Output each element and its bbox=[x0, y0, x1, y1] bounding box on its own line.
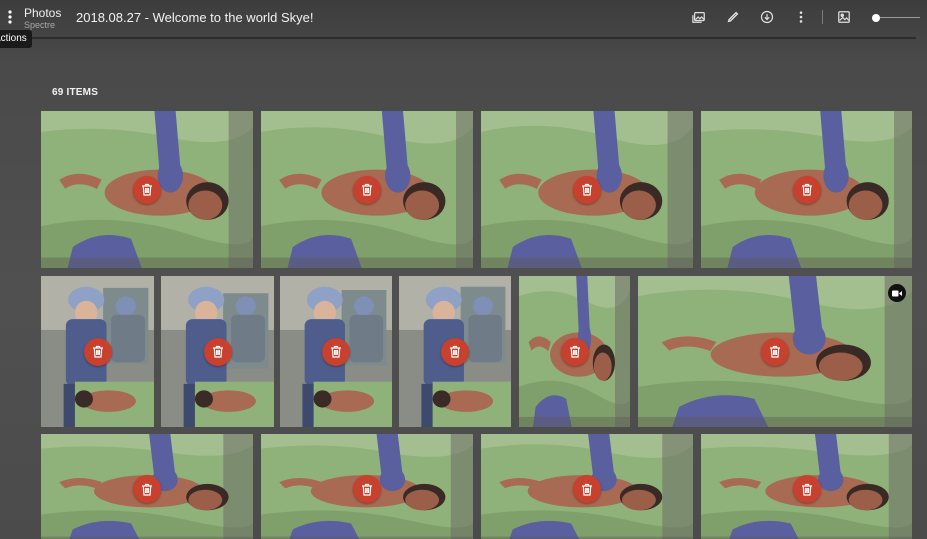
photo-thumbnail[interactable] bbox=[41, 434, 253, 539]
trash-icon bbox=[331, 345, 341, 358]
pencil-icon[interactable] bbox=[724, 8, 742, 26]
zoom-slider-track bbox=[876, 17, 920, 18]
delete-button[interactable] bbox=[573, 475, 601, 503]
actions-menu-button[interactable] bbox=[0, 6, 20, 28]
image-icon[interactable] bbox=[835, 8, 853, 26]
zoom-slider-handle[interactable] bbox=[872, 14, 880, 22]
toolbar-separator bbox=[822, 10, 823, 24]
zoom-slider[interactable] bbox=[872, 13, 920, 23]
photo-thumbnail[interactable] bbox=[481, 111, 693, 268]
trash-icon bbox=[92, 345, 103, 358]
photo-thumbnail[interactable] bbox=[280, 276, 392, 427]
trash-icon bbox=[801, 483, 812, 496]
trash-icon bbox=[582, 183, 592, 196]
trash-icon bbox=[142, 183, 152, 196]
header-divider bbox=[20, 37, 916, 39]
photo-thumbnail[interactable] bbox=[519, 276, 630, 427]
trash-icon bbox=[450, 345, 460, 358]
delete-button[interactable] bbox=[353, 175, 381, 204]
tooltip-text: Actions bbox=[0, 33, 27, 44]
delete-button[interactable] bbox=[203, 337, 232, 366]
delete-button[interactable] bbox=[83, 337, 112, 366]
delete-button[interactable] bbox=[133, 175, 161, 204]
trash-icon bbox=[142, 483, 152, 496]
trash-icon bbox=[582, 483, 592, 496]
photo-thumbnail[interactable] bbox=[161, 276, 274, 427]
photo-thumbnail[interactable] bbox=[701, 434, 912, 539]
delete-button[interactable] bbox=[353, 475, 381, 503]
photo-thumbnail[interactable] bbox=[399, 276, 511, 427]
delete-button[interactable] bbox=[573, 175, 601, 204]
photo-thumbnail[interactable] bbox=[41, 111, 253, 268]
app-title: Photos bbox=[24, 6, 62, 20]
trash-icon bbox=[569, 345, 580, 358]
trash-icon bbox=[362, 183, 372, 196]
photo-thumbnail[interactable] bbox=[701, 111, 912, 268]
video-thumbnail[interactable] bbox=[638, 276, 912, 427]
app-subtitle: Spectre bbox=[24, 20, 56, 30]
video-camera-icon bbox=[888, 284, 906, 302]
photo-thumbnail[interactable] bbox=[41, 276, 154, 427]
album-title: 2018.08.27 - Welcome to the world Skye! bbox=[76, 10, 314, 25]
image-edit-icon[interactable] bbox=[690, 8, 708, 26]
photo-thumbnail[interactable] bbox=[261, 434, 473, 539]
photo-thumbnail[interactable] bbox=[261, 111, 473, 268]
trash-icon bbox=[801, 183, 812, 196]
actions-tooltip: Actions bbox=[0, 30, 32, 48]
item-count: 69 ITEMS bbox=[52, 87, 99, 98]
trash-icon bbox=[212, 345, 223, 358]
top-bar: Photos Spectre 2018.08.27 - Welcome to t… bbox=[0, 0, 927, 38]
more-vertical-icon bbox=[8, 10, 12, 24]
delete-button[interactable] bbox=[322, 337, 350, 366]
trash-icon bbox=[770, 345, 780, 358]
trash-icon bbox=[362, 483, 372, 496]
delete-button[interactable] bbox=[792, 175, 821, 204]
delete-button[interactable] bbox=[761, 337, 789, 366]
download-icon[interactable] bbox=[758, 8, 776, 26]
delete-button[interactable] bbox=[560, 337, 589, 366]
delete-button[interactable] bbox=[441, 337, 469, 366]
delete-button[interactable] bbox=[133, 475, 161, 503]
delete-button[interactable] bbox=[792, 475, 821, 503]
more-vertical-icon[interactable] bbox=[792, 8, 810, 26]
photo-thumbnail[interactable] bbox=[481, 434, 693, 539]
